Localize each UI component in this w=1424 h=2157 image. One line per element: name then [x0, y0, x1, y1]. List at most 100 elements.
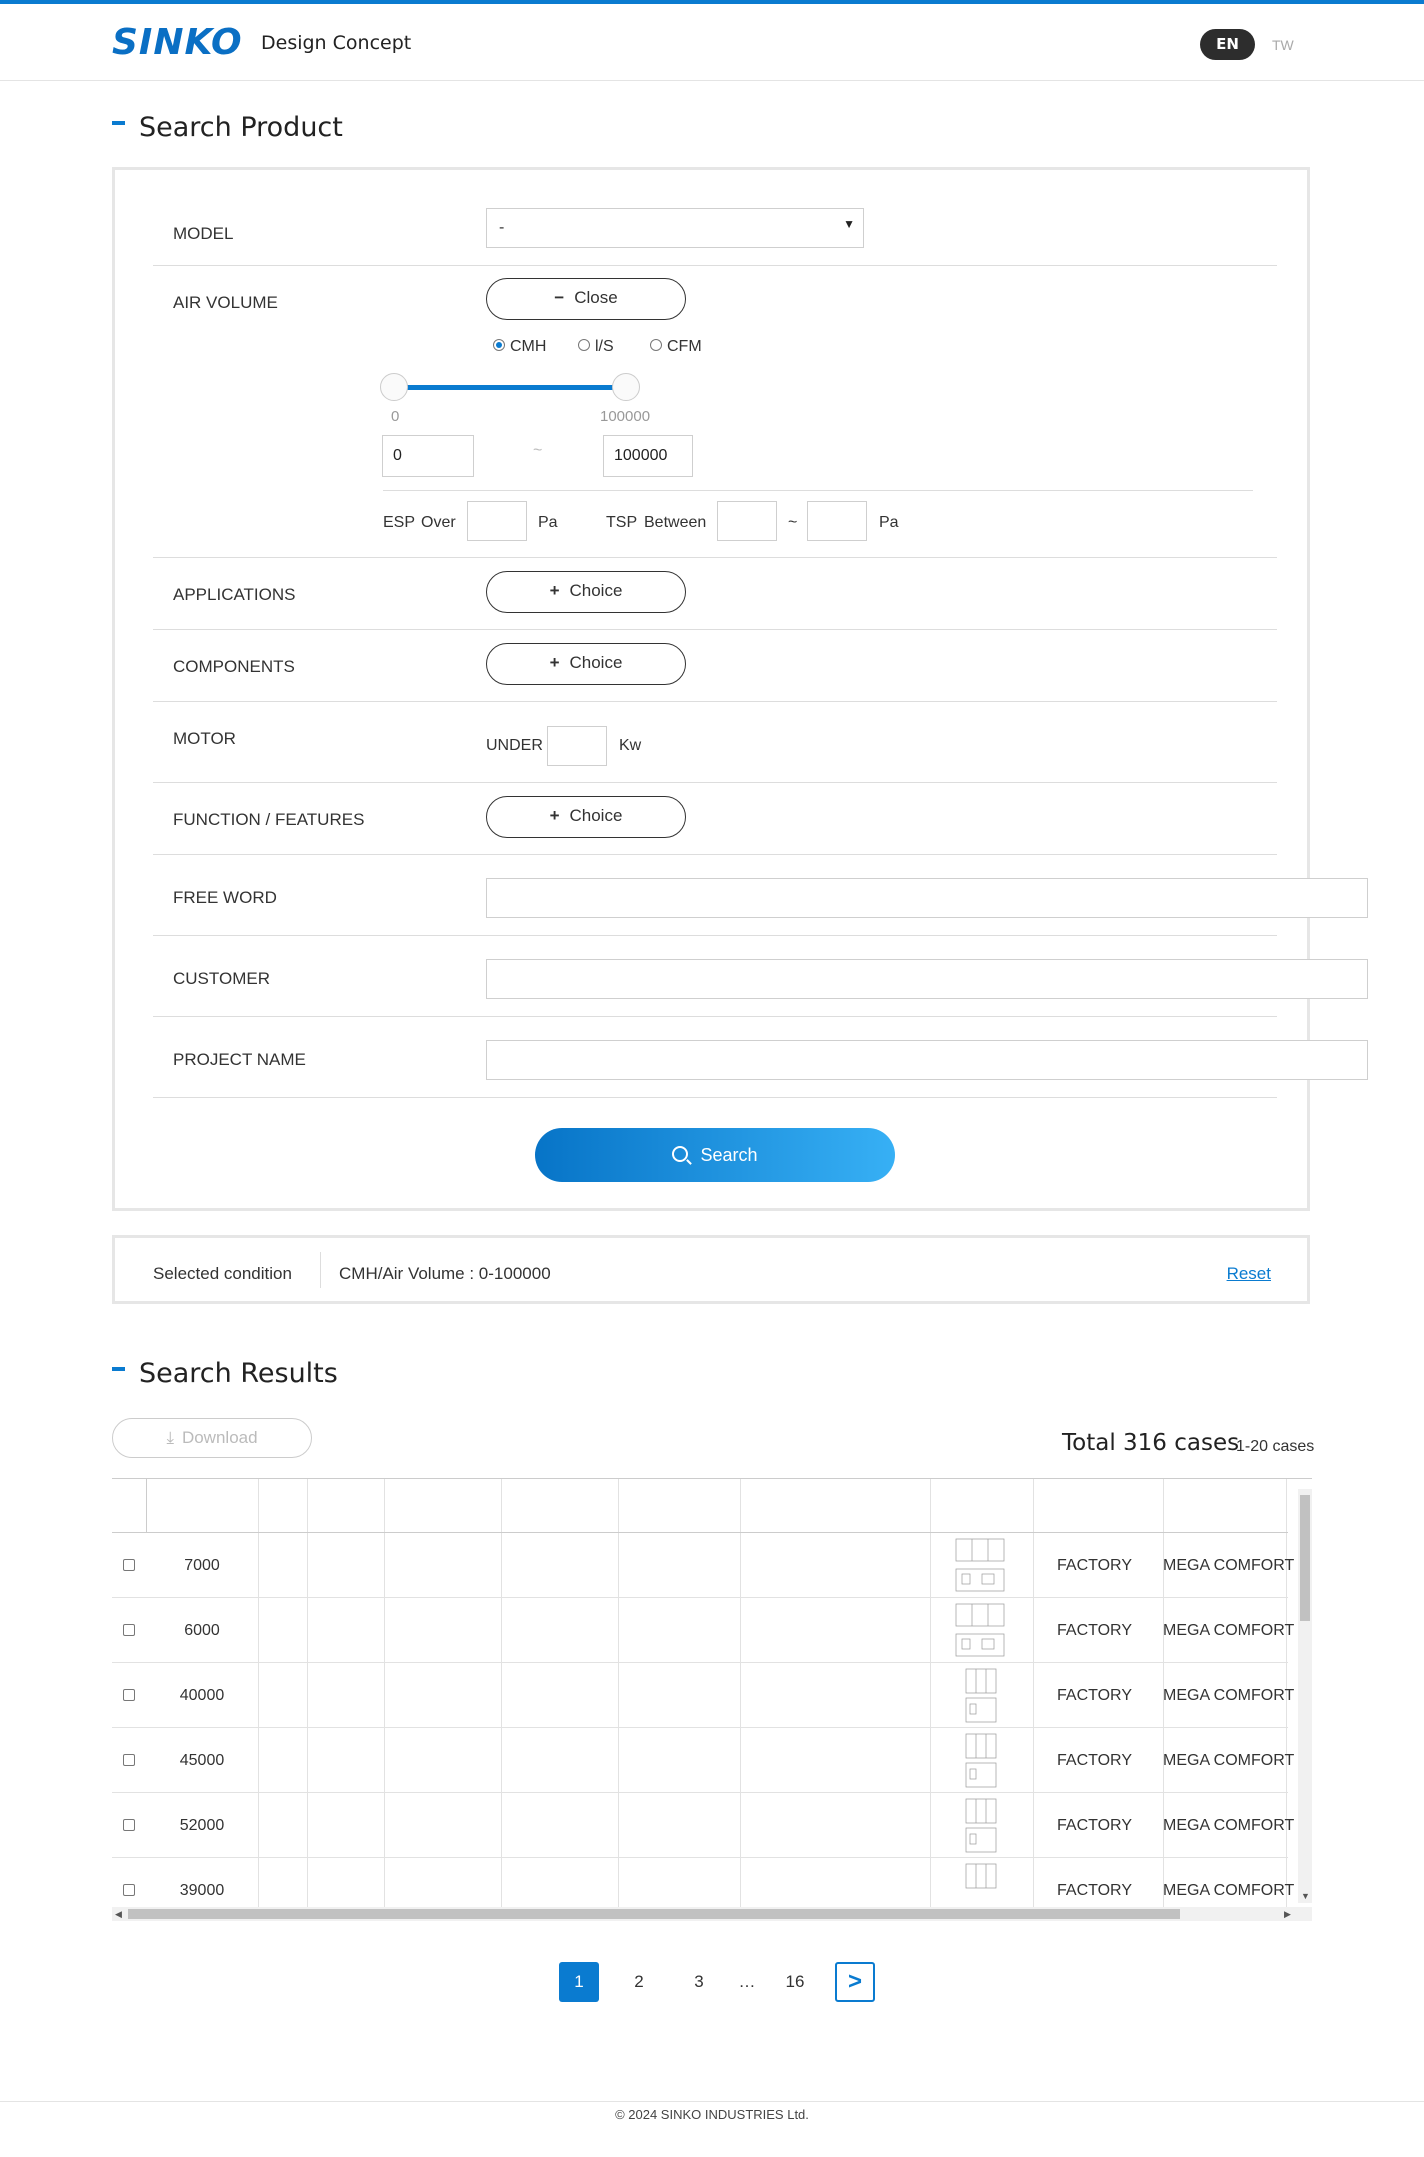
features-choice-button[interactable]: + Choice — [486, 796, 686, 838]
reset-link[interactable]: Reset — [1227, 1264, 1271, 1284]
motor-row: MOTOR — [153, 701, 1277, 783]
horizontal-scroll-thumb[interactable] — [128, 1909, 1180, 1919]
scroll-right-icon[interactable]: ▶ — [1284, 1909, 1291, 1920]
unit-drawing-thumbnail — [955, 1538, 1005, 1592]
row-checkbox[interactable] — [123, 1624, 135, 1636]
slider-max-handle[interactable] — [612, 373, 640, 401]
air-volume-close-label: Close — [574, 288, 618, 307]
next-page-button[interactable]: > — [835, 1962, 875, 2002]
applications-row: APPLICATIONS — [153, 557, 1277, 630]
air-volume-min-input[interactable]: 0 — [382, 435, 474, 477]
applications-choice-button[interactable]: + Choice — [486, 571, 686, 613]
page-1-button[interactable]: 1 — [559, 1962, 599, 2002]
free-word-input[interactable] — [486, 878, 1368, 918]
range-tilde: ~ — [533, 442, 543, 459]
air-volume-close-button[interactable]: − Close — [486, 278, 686, 320]
title-dash — [112, 1366, 125, 1371]
search-button[interactable]: Search — [535, 1128, 895, 1182]
unit-radio-cfm[interactable]: CFM — [650, 338, 702, 356]
unit-radio-cmh[interactable]: CMH — [493, 338, 546, 356]
row-system: MEGA COMFORT — [1163, 1687, 1295, 1704]
site-header: SINKO Design Concept EN TW — [0, 4, 1424, 81]
chevron-right-icon: > — [847, 1968, 862, 1995]
row-checkbox[interactable] — [123, 1689, 135, 1701]
site-footer: © 2024 SINKO INDUSTRIES Ltd. — [0, 2101, 1424, 2157]
motor-kw-input[interactable] — [547, 726, 607, 766]
download-button[interactable]: ⤓ Download — [112, 1418, 312, 1458]
tsp-min-input[interactable] — [717, 501, 777, 541]
page-2-button[interactable]: 2 — [619, 1962, 659, 2002]
row-air-volume: 6000 — [184, 1622, 220, 1639]
row-checkbox[interactable] — [123, 1819, 135, 1831]
table-row[interactable]: 40000 FACTORY MEGA COMFORT — [112, 1663, 1294, 1728]
selected-condition-bar: Selected condition CMH/Air Volume : 0-10… — [112, 1235, 1310, 1304]
total-cases: Total 316 cases — [1062, 1430, 1240, 1456]
model-select[interactable]: - ▼ — [486, 208, 864, 248]
lang-en-button[interactable]: EN — [1200, 29, 1255, 60]
row-system: MEGA COMFORT — [1163, 1882, 1295, 1899]
condition-separator — [320, 1252, 321, 1288]
customer-input[interactable] — [486, 959, 1368, 999]
esp-input[interactable] — [467, 501, 527, 541]
plus-icon: + — [549, 581, 560, 600]
esp-unit: Pa — [538, 514, 558, 531]
air-volume-max-input[interactable]: 100000 — [603, 435, 693, 477]
col-divider — [146, 1479, 147, 1532]
unit-drawing-thumbnail — [965, 1733, 997, 1788]
unit-drawing-thumbnail — [955, 1603, 1005, 1657]
download-icon: ⤓ — [166, 1428, 174, 1447]
copyright-text: © 2024 SINKO INDUSTRIES Ltd. — [615, 2107, 809, 2122]
vertical-scroll-thumb[interactable] — [1300, 1495, 1310, 1621]
features-label: FUNCTION / FEATURES — [173, 810, 365, 829]
model-label: MODEL — [173, 224, 234, 243]
unit-cfm-label: CFM — [667, 338, 702, 355]
sinko-logo[interactable]: SINKO — [112, 22, 243, 63]
unit-ls-label: l/S — [595, 338, 614, 355]
row-application: FACTORY — [1057, 1882, 1132, 1899]
table-row[interactable]: 6000 FACTORY MEGA COMFORT — [112, 1598, 1294, 1663]
page-16-button[interactable]: 16 — [775, 1962, 815, 2002]
unit-drawing-thumbnail — [965, 1668, 997, 1723]
table-vertical-scrollbar[interactable]: ▼ — [1298, 1489, 1312, 1903]
page-3-button[interactable]: 3 — [679, 1962, 719, 2002]
row-checkbox[interactable] — [123, 1884, 135, 1896]
unit-cmh-label: CMH — [510, 338, 547, 355]
applications-choice-label: Choice — [569, 581, 623, 600]
unit-radio-ls[interactable]: l/S — [578, 338, 614, 356]
search-form: MODEL - ▼ AIR VOLUME − Close CMH l/S CFM 0… — [112, 167, 1368, 1211]
motor-under-label: UNDER — [486, 737, 543, 754]
table-row[interactable]: 52000 FACTORY MEGA COMFORT — [112, 1793, 1294, 1858]
table-row[interactable]: 45000 FACTORY MEGA COMFORT — [112, 1728, 1294, 1793]
components-label: COMPONENTS — [173, 657, 295, 676]
customer-label: CUSTOMER — [173, 969, 270, 988]
table-horizontal-scrollbar[interactable]: ◀ ▶ — [112, 1907, 1312, 1921]
esp-label: ESP — [383, 514, 416, 531]
scroll-down-icon[interactable]: ▼ — [1301, 1891, 1310, 1901]
download-button-label: Download — [181, 1428, 258, 1447]
row-air-volume: 40000 — [179, 1687, 225, 1704]
row-checkbox[interactable] — [123, 1754, 135, 1766]
over-label: Over — [421, 514, 456, 531]
search-results-title-text: Search Results — [139, 1358, 338, 1389]
minus-icon: − — [554, 288, 565, 307]
components-choice-label: Choice — [569, 653, 623, 672]
radio-unchecked-icon — [650, 338, 662, 351]
features-row: FUNCTION / FEATURES — [153, 782, 1277, 855]
search-icon — [672, 1146, 689, 1162]
table-row[interactable]: 7000 FACTORY MEGA COMFORT — [112, 1533, 1294, 1598]
applications-label: APPLICATIONS — [173, 585, 296, 604]
row-application: FACTORY — [1057, 1817, 1132, 1834]
row-air-volume: 52000 — [179, 1817, 225, 1834]
search-product-title: Search Product — [112, 112, 343, 143]
air-volume-label: AIR VOLUME — [173, 293, 278, 312]
components-choice-button[interactable]: + Choice — [486, 643, 686, 685]
lang-tw-button[interactable]: TW — [1272, 37, 1294, 53]
tsp-max-input[interactable] — [807, 501, 867, 541]
slider-min-handle[interactable] — [380, 373, 408, 401]
project-name-input[interactable] — [486, 1040, 1368, 1080]
project-name-label: PROJECT NAME — [173, 1050, 306, 1069]
scroll-left-icon[interactable]: ◀ — [115, 1909, 122, 1920]
search-button-label: Search — [700, 1145, 758, 1165]
air-volume-slider-track[interactable] — [398, 385, 628, 390]
row-checkbox[interactable] — [123, 1559, 135, 1571]
